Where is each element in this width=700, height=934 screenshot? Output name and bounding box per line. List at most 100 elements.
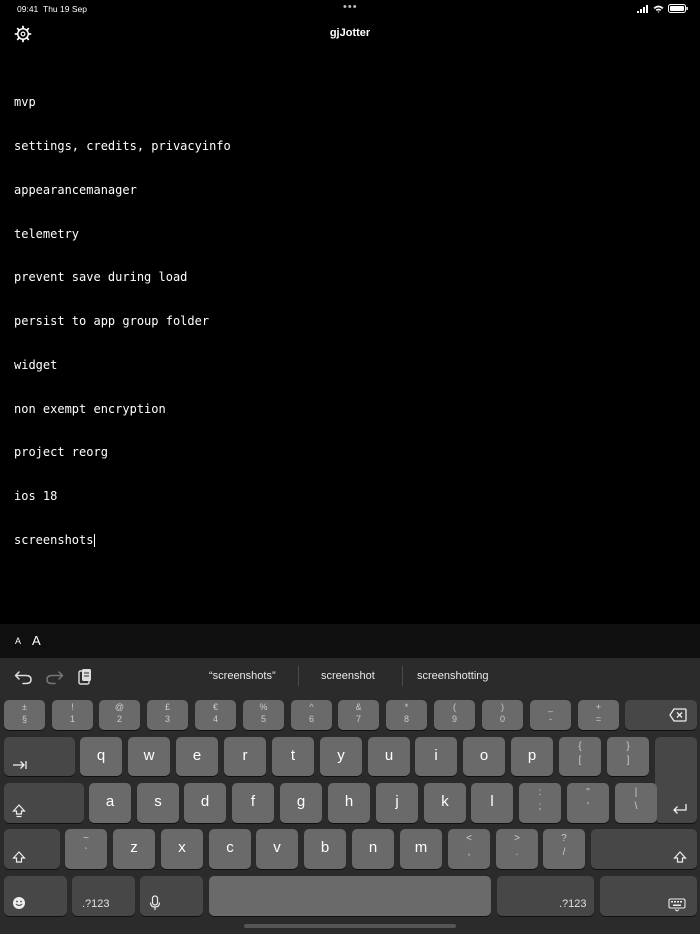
keyboard-dismiss-icon — [668, 898, 686, 912]
home-indicator[interactable] — [244, 924, 456, 928]
key-7[interactable]: & 7 — [338, 700, 379, 730]
shift-key-left[interactable] — [4, 829, 60, 869]
wifi-icon — [653, 5, 664, 13]
key-n[interactable]: n — [352, 829, 394, 869]
caps-lock-key[interactable] — [4, 783, 84, 823]
delete-icon — [669, 708, 687, 722]
decrease-font-button[interactable]: A — [15, 636, 21, 646]
key-d[interactable]: d — [184, 783, 226, 823]
key-c[interactable]: c — [209, 829, 251, 869]
key-slash[interactable]: ? / — [543, 829, 585, 869]
suggestion-quoted[interactable]: “screenshots” — [209, 670, 276, 682]
key-quote[interactable]: " ' — [567, 783, 609, 823]
space-bar[interactable] — [209, 876, 491, 916]
key-8[interactable]: * 8 — [386, 700, 427, 730]
key-q[interactable]: q — [80, 737, 122, 776]
key-4[interactable]: €4 — [195, 700, 236, 730]
editor-line: appearancemanager — [14, 182, 137, 197]
key-tilde[interactable]: ~ ` — [65, 829, 107, 869]
key-z[interactable]: z — [113, 829, 155, 869]
keyboard: “screenshots” screenshot screenshotting … — [0, 658, 700, 934]
key-l[interactable]: l — [471, 783, 513, 823]
tab-key[interactable] — [4, 737, 75, 776]
key-b[interactable]: b — [304, 829, 346, 869]
editor-line: non exempt encryption — [14, 401, 166, 416]
key-bracket-open[interactable]: {[ — [559, 737, 601, 776]
emoji-key[interactable] — [4, 876, 67, 916]
suggestion-screenshotting[interactable]: screenshotting — [417, 670, 489, 682]
key-r[interactable]: r — [224, 737, 266, 776]
editor-line: widget — [14, 357, 58, 372]
key-3[interactable]: £3 — [147, 700, 188, 730]
key-j[interactable]: j — [376, 783, 418, 823]
microphone-icon — [149, 895, 161, 910]
key-0[interactable]: ) 0 — [482, 700, 523, 730]
editor-line: prevent save during load — [14, 270, 188, 285]
emoji-icon — [13, 897, 25, 909]
numbers-key-right[interactable]: .?123 — [497, 876, 594, 916]
key-backslash[interactable]: | \ — [615, 783, 657, 823]
dictation-key[interactable] — [140, 876, 203, 916]
shift-icon — [12, 851, 26, 863]
tab-icon — [13, 761, 27, 769]
key-minus[interactable]: _ - — [530, 700, 571, 730]
return-icon — [673, 804, 687, 814]
key-f[interactable]: f — [232, 783, 274, 823]
page-title: gjJotter — [329, 27, 371, 39]
editor-line: persist to app group folder — [14, 314, 210, 329]
key-p[interactable]: p — [511, 737, 553, 776]
editor-line-last: screenshots — [14, 533, 686, 548]
numbers-key-left[interactable]: .?123 — [72, 876, 135, 916]
key-2[interactable]: @2 — [99, 700, 140, 730]
suggestion-divider — [402, 666, 403, 686]
key-u[interactable]: u — [368, 737, 410, 776]
key-x[interactable]: x — [161, 829, 203, 869]
key-s[interactable]: s — [137, 783, 179, 823]
editor-line: project reorg — [14, 445, 108, 460]
font-size-bar: A A — [0, 624, 700, 658]
status-time: 09:41 Thu 19 Sep — [17, 4, 87, 14]
key-section[interactable]: ± § — [4, 700, 45, 730]
keyboard-shortcut-bar: “screenshots” screenshot screenshotting — [0, 658, 700, 696]
text-editor[interactable]: mvp settings, credits, privacyinfo appea… — [14, 66, 686, 562]
return-key[interactable] — [655, 737, 697, 823]
key-a[interactable]: a — [89, 783, 131, 823]
key-v[interactable]: v — [256, 829, 298, 869]
text-cursor — [94, 534, 96, 547]
key-comma[interactable]: <, — [448, 829, 490, 869]
key-5[interactable]: % 5 — [243, 700, 284, 730]
key-t[interactable]: t — [272, 737, 314, 776]
key-w[interactable]: w — [128, 737, 170, 776]
key-o[interactable]: o — [463, 737, 505, 776]
editor-line: telemetry — [14, 226, 80, 241]
key-bracket-close[interactable]: }] — [607, 737, 649, 776]
key-i[interactable]: i — [415, 737, 457, 776]
key-e[interactable]: e — [176, 737, 218, 776]
delete-key[interactable] — [625, 700, 697, 730]
cellular-signal-icon — [637, 4, 648, 13]
navigation-bar: gjJotter — [0, 22, 700, 46]
suggestion-divider — [298, 666, 299, 686]
caps-lock-icon — [12, 804, 26, 818]
editor-line: mvp — [14, 95, 36, 110]
key-equals[interactable]: + = — [578, 700, 619, 730]
key-m[interactable]: m — [400, 829, 442, 869]
redo-icon[interactable] — [44, 668, 64, 686]
key-9[interactable]: (9 — [434, 700, 475, 730]
key-6[interactable]: ^ 6 — [291, 700, 332, 730]
multitasking-dots[interactable]: ••• — [343, 1, 358, 13]
key-k[interactable]: k — [424, 783, 466, 823]
key-y[interactable]: y — [320, 737, 362, 776]
increase-font-button[interactable]: A — [32, 633, 41, 648]
shift-icon — [673, 851, 687, 863]
key-semicolon[interactable]: :; — [519, 783, 561, 823]
key-g[interactable]: g — [280, 783, 322, 823]
key-1[interactable]: ! 1 — [52, 700, 93, 730]
key-h[interactable]: h — [328, 783, 370, 823]
shift-key-right[interactable] — [591, 829, 697, 869]
key-period[interactable]: >. — [496, 829, 538, 869]
suggestion-screenshot[interactable]: screenshot — [321, 670, 375, 682]
clipboard-icon[interactable] — [75, 668, 95, 686]
undo-icon[interactable] — [14, 668, 34, 686]
dismiss-keyboard-key[interactable] — [600, 876, 697, 916]
